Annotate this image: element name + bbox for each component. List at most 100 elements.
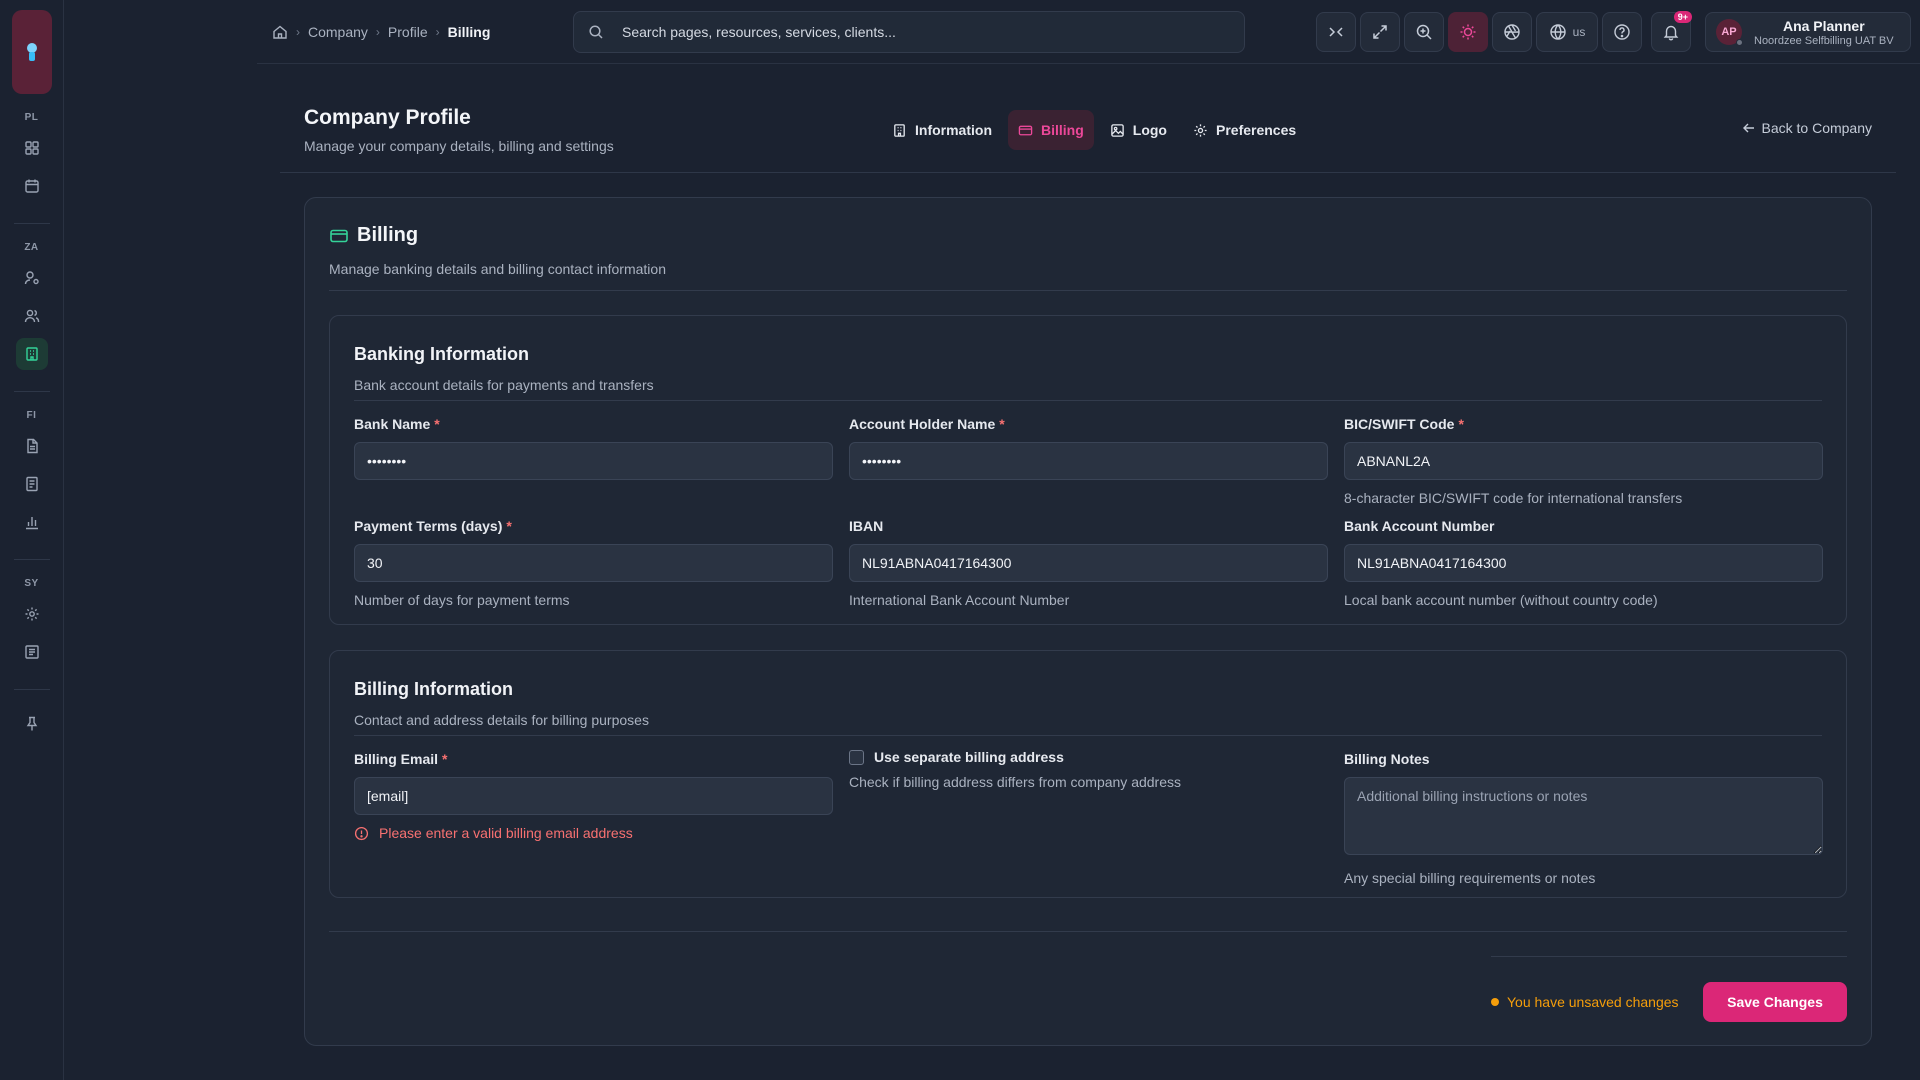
field-label: BIC/SWIFT Code * [1344,416,1464,432]
breadcrumb-home[interactable] [272,24,288,40]
account-holder-field: Account Holder Name * [849,416,1328,480]
tab-information[interactable]: Information [882,110,1002,150]
sidebar-item-pin[interactable] [16,708,48,740]
credit-card-icon [1018,125,1033,135]
zoom-in-icon [1416,24,1432,40]
billing-card-header: Billing Manage banking details and billi… [329,224,666,277]
sun-icon [1460,24,1476,40]
zoom-button[interactable] [1404,12,1444,52]
billing-title: Billing [329,224,666,247]
profile-tabs: Information Billing Logo Preferences [882,110,1306,150]
chevron-right-icon: › [435,24,440,39]
search-placeholder: Search pages, resources, services, clien… [622,24,896,40]
building-icon [894,123,905,137]
sidebar-item-dashboard[interactable] [16,132,48,164]
tab-label: Logo [1132,122,1167,138]
gear-icon [25,607,38,621]
breadcrumb-current: Billing [447,23,491,40]
bank-name-field: Bank Name * [354,416,833,480]
fullscreen-button[interactable] [1360,12,1400,52]
account-holder-input[interactable] [849,442,1328,480]
global-search[interactable]: Search pages, resources, services, clien… [573,11,1245,53]
sidebar-divider [13,223,50,224]
expand-icon [1373,25,1387,39]
credit-card-icon [330,229,348,242]
notifications-button[interactable]: 9+ [1651,11,1692,52]
home-icon [273,25,287,39]
save-changes-button[interactable]: Save Changes [1703,982,1847,1022]
billing-email-field: Billing Email* Please enter a valid bill… [354,751,833,841]
collapse-sidebar-button[interactable] [1316,12,1356,52]
help-icon [1614,24,1630,40]
sidebar-item-calendar[interactable] [16,170,48,202]
bic-input[interactable] [1344,442,1823,480]
billing-information-section: Billing Information Contact and address … [329,650,1847,898]
alert-circle-icon [354,826,369,840]
page-header: Company Profile Manage your company deta… [304,106,614,154]
sidebar-item-reports[interactable] [16,506,48,538]
banking-information-section: Banking Information Bank account details… [329,315,1847,625]
payment-terms-input[interactable] [354,544,833,582]
separate-address-checkbox[interactable] [849,749,864,765]
field-hint: Any special billing requirements or note… [1344,870,1596,886]
breadcrumb-item[interactable]: Profile [388,24,428,40]
tab-preferences[interactable]: Preferences [1183,110,1306,150]
billing-email-error: Please enter a valid billing email addre… [354,825,833,841]
billing-title-text: Billing [357,224,419,246]
billing-notes-textarea[interactable] [1344,777,1823,855]
billing-subtitle: Manage banking details and billing conta… [329,261,666,277]
sidebar-item-company[interactable] [15,338,48,370]
avatar: AP [1716,19,1743,46]
sidebar-section-label: ZA [24,242,39,253]
section-title: Billing Information [354,679,513,699]
unsaved-changes-indicator: You have unsaved changes [1491,994,1679,1010]
card-divider [329,290,1847,291]
separate-address-field: Use separate billing address Check if bi… [849,749,1328,790]
sidebar-item-logs[interactable] [16,636,48,668]
breadcrumb-item[interactable]: Company [308,24,368,40]
chevrons-collapse-icon [1329,27,1343,37]
sidebar-section-label: PL [24,112,39,123]
notification-badge: 9+ [1673,11,1692,23]
language-code: us [1572,25,1586,39]
app-logo[interactable] [11,10,52,94]
field-hint: Check if billing address differs from co… [849,774,1182,790]
chevron-right-icon: › [296,24,300,39]
field-label: Billing Notes [1344,751,1430,767]
tab-label: Billing [1041,122,1084,138]
billing-email-input[interactable] [354,777,833,815]
bic-field: BIC/SWIFT Code* 8-character BIC/SWIFT co… [1344,416,1823,506]
back-label: Back to Company [1761,120,1873,136]
warning-dot [1491,998,1499,1006]
sidebar-item-settings[interactable] [16,598,48,630]
breadcrumb: › Company › Profile › Billing [272,24,490,40]
tab-billing[interactable]: Billing [1008,110,1094,150]
help-button[interactable] [1602,12,1642,52]
back-to-company-link[interactable]: Back to Company [1742,120,1873,136]
theme-toggle-button[interactable] [1448,12,1488,52]
billing-card: Billing Manage banking details and billi… [304,197,1872,1046]
separate-address-row: Use separate billing address [849,749,1328,765]
sidebar-item-user-settings[interactable] [16,262,48,294]
aperture-button[interactable] [1492,12,1532,52]
field-hint: 8-character BIC/SWIFT code for internati… [1344,490,1683,506]
bar-chart-icon [25,517,38,530]
top-bar: › Company › Profile › Billing Search pag… [257,0,1920,64]
bank-name-input[interactable] [354,442,833,480]
header-divider [280,172,1896,173]
search-icon [589,25,603,39]
checkbox-label[interactable]: Use separate billing address [874,749,1064,765]
page-title: Company Profile [304,106,471,129]
field-label: Billing Email * [354,751,448,767]
logo-icon [26,43,37,61]
field-label: Account Holder Name * [849,416,1005,432]
sidebar-item-documents[interactable] [16,430,48,462]
bank-account-number-input[interactable] [1344,544,1823,582]
tab-logo[interactable]: Logo [1100,110,1177,150]
sidebar-item-invoices[interactable] [16,468,48,500]
field-hint: International Bank Account Number [849,592,1070,608]
language-selector[interactable]: us [1536,12,1598,52]
user-menu[interactable]: AP Ana Planner Noordzee Selfbilling UAT … [1705,12,1911,52]
sidebar-item-users[interactable] [16,300,48,332]
iban-input[interactable] [849,544,1328,582]
